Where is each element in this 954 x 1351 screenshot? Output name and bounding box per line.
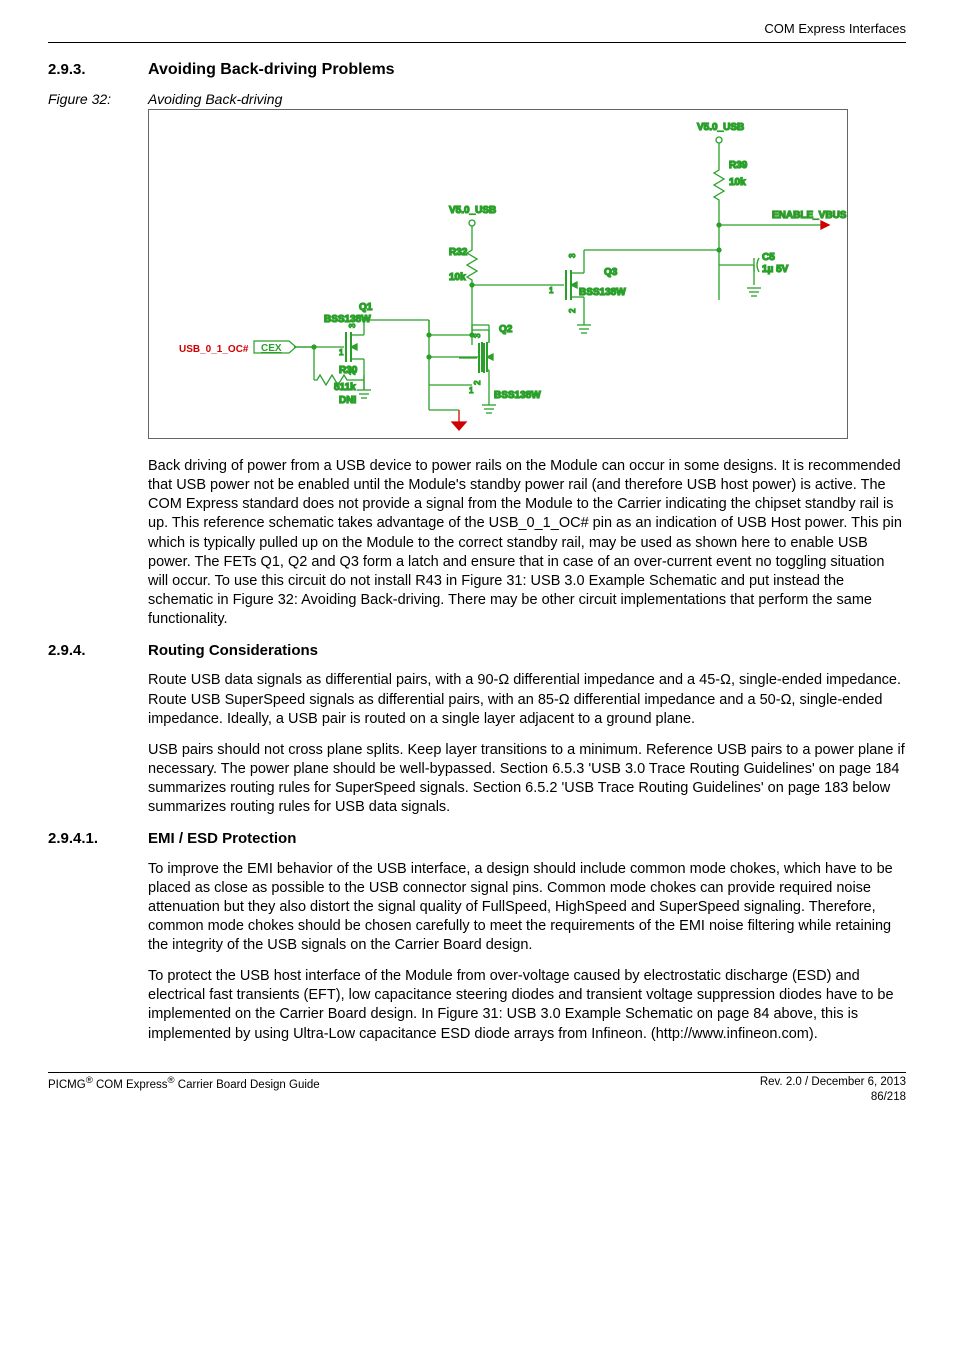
label-v50usb-top: V5.0_USB: [697, 122, 744, 133]
header-rule: [48, 42, 906, 43]
figure-32-container: V5.0_USB R39 10k ENABLE_VBUS C5 1µ 5V: [148, 109, 906, 439]
section-294-title: Routing Considerations: [148, 641, 318, 661]
para-294b: USB pairs should not cross plane splits.…: [148, 741, 906, 818]
q1-pin1: 1: [339, 348, 344, 357]
label-q2-part: BSS138W: [494, 390, 541, 401]
footer-revision: Rev. 2.0 / December 6, 2013: [760, 1075, 906, 1091]
chapter-header: COM Express Interfaces: [48, 20, 906, 38]
footer-left-suffix: Carrier Board Design Guide: [175, 1078, 320, 1090]
figure-32-caption: Figure 32: Avoiding Back-driving: [48, 90, 906, 109]
label-q1: Q1: [359, 302, 373, 313]
figure-32-title: Avoiding Back-driving: [148, 90, 282, 109]
label-r32-val: 10k: [449, 272, 466, 283]
q1-pin3: 3: [348, 323, 357, 328]
label-r39-val: 10k: [729, 177, 746, 188]
label-q3-part: BSS138W: [579, 287, 626, 298]
q2-pin3: 3: [473, 333, 482, 338]
section-293-number: 2.9.3.: [48, 60, 148, 80]
footer-page-number: 86/218: [760, 1090, 906, 1106]
q3-pin2: 2: [568, 308, 577, 313]
section-293: 2.9.3. Avoiding Back-driving Problems: [48, 59, 906, 81]
label-c5-val: 1µ 5V: [762, 264, 789, 275]
label-enable-vbus: ENABLE_VBUS: [772, 210, 847, 221]
label-r39: R39: [729, 160, 748, 171]
q3-pin3: 3: [568, 253, 577, 258]
footer-left-mid: COM Express: [93, 1078, 168, 1090]
section-2941-number: 2.9.4.1.: [48, 829, 148, 849]
label-c5: C5: [762, 252, 775, 263]
label-q3: Q3: [604, 267, 618, 278]
q2-pin1: 1: [469, 386, 474, 395]
para-2941b: To protect the USB host interface of the…: [148, 967, 906, 1044]
para-2941a: To improve the EMI behavior of the USB i…: [148, 860, 906, 956]
section-2941: 2.9.4.1. EMI / ESD Protection: [48, 829, 906, 849]
label-usb-oc: USB_0_1_OC#: [179, 344, 249, 355]
label-r30-val: 511k: [334, 382, 356, 393]
label-r30: R30: [339, 365, 358, 376]
label-dni: DNI: [339, 395, 356, 406]
page-footer: PICMG® COM Express® Carrier Board Design…: [48, 1072, 906, 1106]
label-cex: CEX: [261, 343, 282, 354]
footer-left: PICMG® COM Express® Carrier Board Design…: [48, 1075, 320, 1106]
section-2941-title: EMI / ESD Protection: [148, 829, 296, 849]
section-294-number: 2.9.4.: [48, 641, 148, 661]
q3-pin1: 1: [549, 286, 554, 295]
para-293: Back driving of power from a USB device …: [148, 457, 906, 629]
figure-32-schematic: V5.0_USB R39 10k ENABLE_VBUS C5 1µ 5V: [148, 109, 848, 439]
para-294a: Route USB data signals as differential p…: [148, 671, 906, 728]
q2-pin2: 2: [473, 380, 482, 385]
label-v50usb-mid: V5.0_USB: [449, 205, 496, 216]
footer-left-prefix: PICMG: [48, 1078, 86, 1090]
label-r32: R32: [449, 247, 468, 258]
section-293-title: Avoiding Back-driving Problems: [148, 59, 395, 81]
figure-32-label: Figure 32:: [48, 90, 148, 109]
schematic-svg: V5.0_USB R39 10k ENABLE_VBUS C5 1µ 5V: [149, 110, 849, 440]
label-q2: Q2: [499, 324, 513, 335]
section-294: 2.9.4. Routing Considerations: [48, 641, 906, 661]
footer-right: Rev. 2.0 / December 6, 2013 86/218: [760, 1075, 906, 1106]
